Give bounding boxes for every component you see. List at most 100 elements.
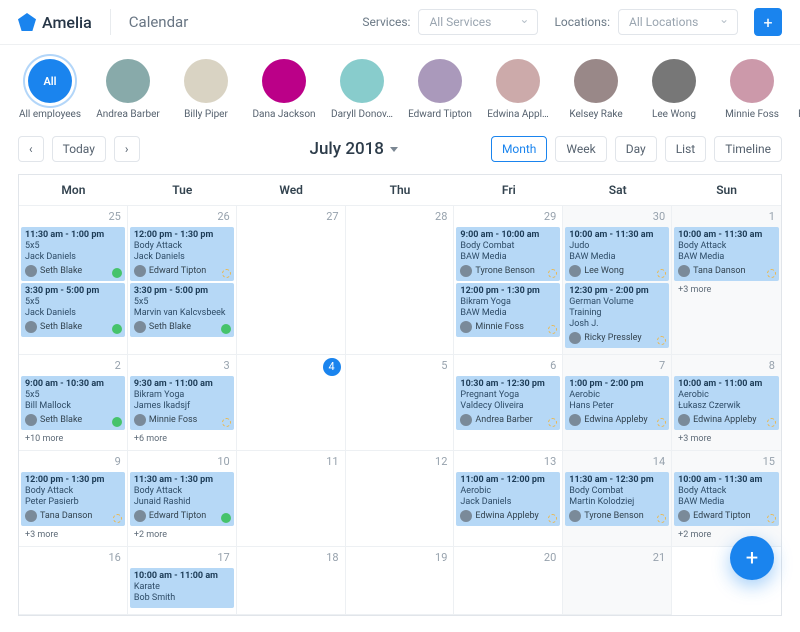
calendar-day[interactable]: 1011:30 am - 1:30 pmBody AttackJunaid Ra…: [128, 451, 237, 547]
period-selector[interactable]: July 2018: [310, 139, 398, 159]
employee-chip-lee[interactable]: Lee Wong: [642, 59, 706, 120]
event-title: Body Attack: [25, 486, 121, 497]
calendar-event[interactable]: 11:30 am - 1:30 pmBody AttackJunaid Rash…: [130, 472, 234, 526]
employee-chip-daryll[interactable]: Daryll Donov…: [330, 59, 394, 120]
event-title: Body Attack: [678, 486, 775, 497]
calendar-day[interactable]: 21: [563, 547, 672, 615]
calendar-event[interactable]: 9:30 am - 11:00 amBikram YogaJames Ikads…: [130, 376, 234, 430]
event-title: German Volume Training: [569, 297, 665, 319]
more-events-link[interactable]: +3 more: [672, 283, 781, 297]
calendar-event[interactable]: 10:30 am - 12:30 pmPregnant YogaValdecy …: [456, 376, 560, 430]
calendar-grid: MonTueWedThuFriSatSun 2511:30 am - 1:00 …: [18, 174, 782, 616]
calendar-day[interactable]: 19: [346, 547, 455, 615]
employee-chip-minnie[interactable]: Minnie Foss: [720, 59, 784, 120]
calendar-event[interactable]: 12:30 pm - 2:00 pmGerman Volume Training…: [565, 283, 669, 348]
prev-button[interactable]: ‹: [18, 136, 44, 162]
calendar-day[interactable]: 110:00 am - 11:30 amBody AttackBAW Media…: [672, 206, 781, 355]
employee-chip-edward[interactable]: Edward Tipton: [408, 59, 472, 120]
view-timeline[interactable]: Timeline: [714, 136, 782, 162]
chevron-left-icon: ‹: [29, 142, 33, 156]
calendar-event[interactable]: 10:00 am - 11:00 amKarateBob Smith: [130, 568, 234, 608]
calendar-day[interactable]: 1710:00 am - 11:00 amKarateBob Smith: [128, 547, 237, 615]
day-header: Thu: [346, 175, 455, 206]
calendar-day[interactable]: 29:00 am - 10:30 am5x5Bill MallockSeth B…: [19, 355, 128, 451]
employee-chip-andrea[interactable]: Andrea Barber: [96, 59, 160, 120]
employee-chip-edwina[interactable]: Edwina Appl…: [486, 59, 550, 120]
locations-select[interactable]: All Locations: [618, 9, 738, 35]
calendar-day[interactable]: 610:30 am - 12:30 pmPregnant YogaValdecy…: [454, 355, 563, 451]
more-events-link[interactable]: +6 more: [128, 432, 236, 446]
calendar-day[interactable]: 2511:30 am - 1:00 pm5x5Jack DanielsSeth …: [19, 206, 128, 355]
calendar-event[interactable]: 3:30 pm - 5:00 pm5x5Jack DanielsSeth Bla…: [21, 283, 125, 337]
event-subtitle: Jack Daniels: [25, 252, 121, 263]
calendar-event[interactable]: 3:30 pm - 5:00 pm5x5Marvin van Kalcvsbee…: [130, 283, 234, 337]
calendar-event[interactable]: 11:30 am - 1:00 pm5x5Jack DanielsSeth Bl…: [21, 227, 125, 281]
calendar-day[interactable]: 27: [237, 206, 346, 355]
calendar-event[interactable]: 9:00 am - 10:00 amBody CombatBAW MediaTy…: [456, 227, 560, 281]
calendar-day[interactable]: 1311:00 am - 12:00 pmAerobicJack Daniels…: [454, 451, 563, 547]
view-day[interactable]: Day: [615, 136, 657, 162]
calendar-event[interactable]: 10:00 am - 11:30 amBody AttackBAW MediaT…: [674, 227, 779, 281]
calendar-day[interactable]: 810:00 am - 11:00 amAerobicŁukasz Czerwi…: [672, 355, 781, 451]
calendar-day[interactable]: 912:00 pm - 1:30 pmBody AttackPeter Pasi…: [19, 451, 128, 547]
calendar-day[interactable]: 20: [454, 547, 563, 615]
services-select[interactable]: All Services: [418, 9, 538, 35]
view-month[interactable]: Month: [491, 136, 547, 162]
event-title: Body Attack: [134, 241, 230, 252]
calendar-day[interactable]: 5: [346, 355, 455, 451]
event-subtitle: BAW Media: [678, 252, 775, 263]
day-header: Sat: [563, 175, 672, 206]
calendar-day[interactable]: 299:00 am - 10:00 amBody CombatBAW Media…: [454, 206, 563, 355]
calendar-day[interactable]: 16: [19, 547, 128, 615]
more-events-link[interactable]: +10 more: [19, 432, 127, 446]
calendar-day[interactable]: 1510:00 am - 11:30 amBody AttackBAW Medi…: [672, 451, 781, 547]
calendar-day[interactable]: 12: [346, 451, 455, 547]
calendar-day[interactable]: 39:30 am - 11:00 amBikram YogaJames Ikad…: [128, 355, 237, 451]
more-events-link[interactable]: +3 more: [672, 432, 781, 446]
calendar-day[interactable]: 11: [237, 451, 346, 547]
next-button[interactable]: ›: [114, 136, 140, 162]
calendar-event[interactable]: 9:00 am - 10:30 am5x5Bill MallockSeth Bl…: [21, 376, 125, 430]
event-subtitle: Jack Daniels: [460, 497, 556, 508]
calendar-day[interactable]: 71:00 pm - 2:00 pmAerobicHans PeterEdwin…: [563, 355, 672, 451]
calendar-event[interactable]: 11:00 am - 12:00 pmAerobicJack DanielsEd…: [456, 472, 560, 526]
calendar-event[interactable]: 10:00 am - 11:00 amAerobicŁukasz Czerwik…: [674, 376, 779, 430]
today-button[interactable]: Today: [52, 136, 106, 162]
day-number: 18: [237, 547, 345, 568]
calendar-event[interactable]: 12:00 pm - 1:30 pmBody AttackJack Daniel…: [130, 227, 234, 281]
employee-chip-dana[interactable]: Dana Jackson: [252, 59, 316, 120]
employee-avatar: [106, 59, 150, 103]
day-header: Wed: [237, 175, 346, 206]
calendar-event[interactable]: 12:00 pm - 1:30 pmBody AttackPeter Pasie…: [21, 472, 125, 526]
calendar-week: 2511:30 am - 1:00 pm5x5Jack DanielsSeth …: [19, 206, 781, 355]
day-number: 1: [672, 206, 781, 227]
calendar-day[interactable]: 4: [237, 355, 346, 451]
view-list[interactable]: List: [665, 136, 707, 162]
brand[interactable]: Amelia: [18, 13, 92, 32]
status-pending-icon: [767, 418, 776, 427]
view-week[interactable]: Week: [555, 136, 606, 162]
more-events-link[interactable]: +2 more: [128, 528, 236, 542]
more-events-link[interactable]: +3 more: [19, 528, 127, 542]
calendar-event[interactable]: 1:00 pm - 2:00 pmAerobicHans PeterEdwina…: [565, 376, 669, 430]
calendar-event[interactable]: 10:00 am - 11:30 amJudoBAW MediaLee Wong: [565, 227, 669, 281]
add-button[interactable]: +: [754, 8, 782, 36]
calendar-day[interactable]: 1411:30 am - 12:30 pmBody CombatMartin K…: [563, 451, 672, 547]
top-bar: Amelia Calendar Services: All Services L…: [0, 0, 800, 45]
calendar-event[interactable]: 10:00 am - 11:30 amBody AttackBAW MediaE…: [674, 472, 779, 526]
calendar-day[interactable]: 3010:00 am - 11:30 amJudoBAW MediaLee Wo…: [563, 206, 672, 355]
calendar-day[interactable]: 28: [346, 206, 455, 355]
employee-chip-all[interactable]: AllAll employees: [18, 59, 82, 120]
status-confirmed-icon: [112, 268, 122, 278]
event-title: 5x5: [25, 390, 121, 401]
employee-chip-kelsey[interactable]: Kelsey Rake: [564, 59, 628, 120]
locations-filter-label: Locations:: [554, 15, 610, 29]
floating-add-button[interactable]: +: [730, 536, 774, 580]
day-number: 6: [454, 355, 562, 376]
calendar-event[interactable]: 12:00 pm - 1:30 pmBikram YogaBAW MediaMi…: [456, 283, 560, 337]
event-subtitle: Jack Daniels: [134, 252, 230, 263]
employee-chip-billy[interactable]: Billy Piper: [174, 59, 238, 120]
calendar-day[interactable]: 18: [237, 547, 346, 615]
calendar-day[interactable]: 2612:00 pm - 1:30 pmBody AttackJack Dani…: [128, 206, 237, 355]
calendar-event[interactable]: 11:30 am - 12:30 pmBody CombatMartin Kol…: [565, 472, 669, 526]
